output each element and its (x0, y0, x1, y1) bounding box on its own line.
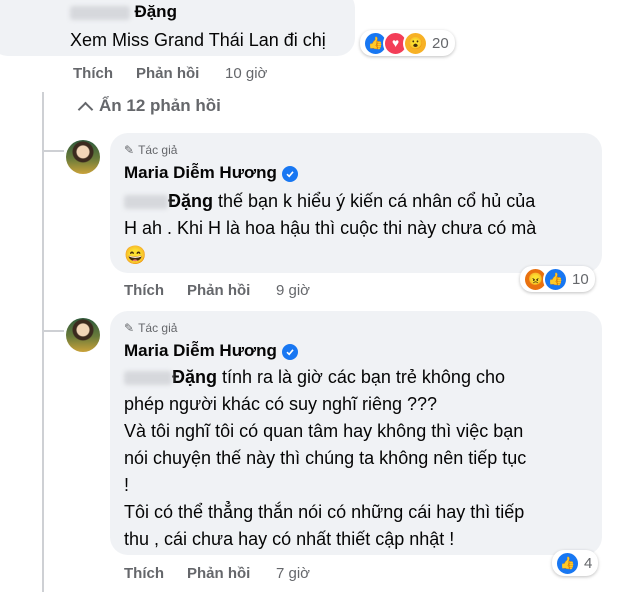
reply-time[interactable]: 7 giờ (276, 565, 310, 582)
reply-line: ! (124, 475, 130, 495)
reply-line: Đặng tính ra là giờ các bạn trẻ không ch… (124, 364, 526, 391)
comment-time[interactable]: 10 giờ (225, 65, 267, 82)
reaction-count: 10 (572, 270, 589, 288)
author-name: Maria Diễm Hương (124, 163, 277, 182)
comment-text: Xem Miss Grand Thái Lan đi chị (70, 30, 326, 50)
reply-line-text: thế bạn k hiểu ý kiến cá nhân cổ hủ của (213, 191, 536, 211)
author-name: Maria Diễm Hương (124, 341, 277, 360)
thread-branch (42, 150, 64, 152)
like-button[interactable]: Thích (73, 65, 113, 82)
verified-badge-icon (281, 165, 298, 182)
reaction-summary[interactable]: 👍 4 (552, 550, 599, 576)
blurred-name (70, 5, 130, 20)
hide-replies-button[interactable]: Ẩn 12 phản hồi (77, 96, 221, 117)
author-tag: ✎ Tác giả (124, 321, 177, 335)
reaction-count: 4 (584, 554, 593, 572)
reply-bubble: ✎ Tác giả Maria Diễm Hương Đặng thế bạn … (110, 133, 602, 273)
chevron-up-icon (77, 101, 94, 117)
reply-line: phép người khác có suy nghĩ riêng ??? (124, 394, 438, 414)
hide-replies-label: Ẩn 12 phản hồi (99, 96, 221, 115)
reply-time[interactable]: 9 giờ (276, 282, 310, 299)
like-icon: 👍 (543, 266, 568, 292)
like-button[interactable]: Thích (124, 565, 164, 582)
reply-line: thu , cái chưa hay có nhất thiết cập nhậ… (124, 529, 455, 549)
blurred-mention (124, 371, 172, 386)
verified-badge-icon (281, 343, 298, 360)
author-tag: ✎ Tác giả (124, 143, 177, 157)
reply-author[interactable]: Maria Diễm Hương (124, 341, 298, 361)
reaction-count: 20 (432, 34, 449, 52)
reply-line: 😄 (124, 245, 147, 265)
reply-button[interactable]: Phản hồi (187, 282, 250, 299)
comment-author[interactable]: Đặng (70, 2, 177, 22)
wow-icon: 😮 (403, 30, 428, 56)
like-button[interactable]: Thích (124, 282, 164, 299)
comment-bubble: Đặng Xem Miss Grand Thái Lan đi chị (0, 0, 355, 56)
author-name-suffix: Đặng (134, 2, 177, 21)
blurred-mention (124, 195, 168, 210)
reaction-summary[interactable]: 👍 ♥ 😮 20 (360, 30, 455, 56)
reply-line: Tôi có thể thẳng thắn nói có những cái h… (124, 502, 525, 522)
reply-line: nói chuyện thế này thì chúng ta không nê… (124, 448, 527, 468)
reply-line-text: tính ra là giờ các bạn trẻ không cho (217, 367, 505, 387)
reply-bubble: ✎ Tác giả Maria Diễm Hương Đặng tính ra … (110, 311, 602, 555)
avatar[interactable] (66, 140, 100, 174)
reply-button[interactable]: Phản hồi (187, 565, 250, 582)
reply-line: Và tôi nghĩ tôi có quan tâm hay không th… (124, 421, 524, 441)
author-tag-label: Tác giả (138, 321, 178, 335)
reply-line: H ah . Khi H là hoa hậu thì cuộc thi này… (124, 218, 537, 238)
pencil-icon: ✎ (124, 143, 135, 157)
reply-author[interactable]: Maria Diễm Hương (124, 163, 298, 183)
reaction-summary[interactable]: 😠 👍 10 (520, 266, 595, 292)
reply-text: Đặng tính ra là giờ các bạn trẻ không ch… (124, 364, 526, 553)
pencil-icon: ✎ (124, 321, 135, 335)
reply-text: Đặng thế bạn k hiểu ý kiến cá nhân cổ hủ… (124, 188, 536, 269)
author-tag-label: Tác giả (138, 143, 178, 157)
reply-button[interactable]: Phản hồi (136, 65, 199, 82)
like-icon: 👍 (555, 550, 580, 576)
avatar[interactable] (66, 318, 100, 352)
reply-line: Đặng thế bạn k hiểu ý kiến cá nhân cổ hủ… (124, 188, 536, 215)
thread-branch (42, 330, 64, 332)
thread-line (42, 92, 44, 592)
mention-link[interactable]: Đặng (172, 367, 217, 387)
mention-link[interactable]: Đặng (168, 191, 213, 211)
